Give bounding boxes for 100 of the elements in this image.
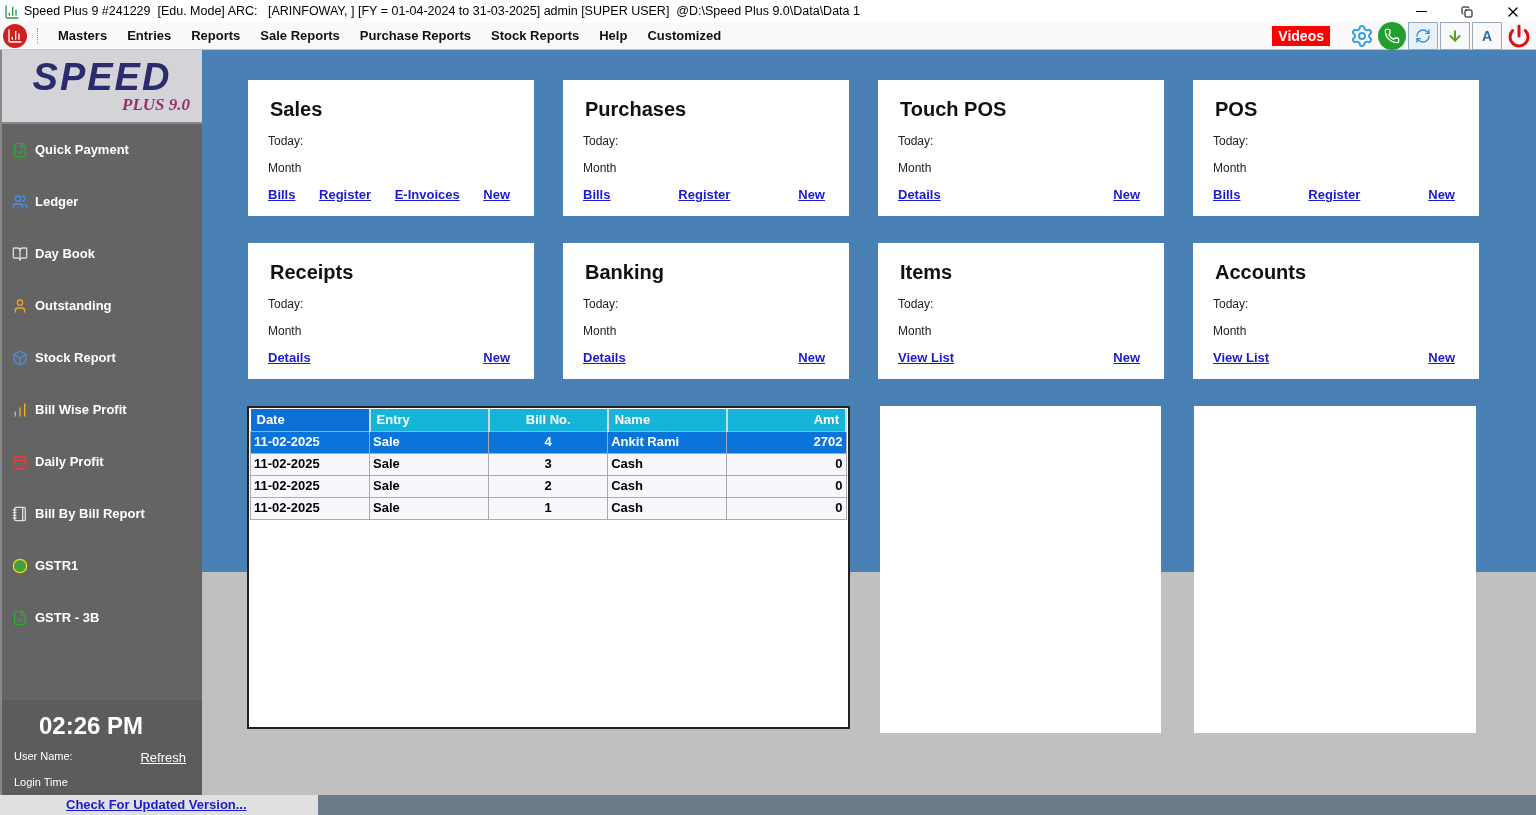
card-link[interactable]: New [1428, 185, 1455, 205]
today-label: Today: [583, 296, 620, 313]
month-label: Month [1213, 160, 1248, 177]
window-title: Speed Plus 9 #241229 [Edu. Mode] ARC: [ARINFOWAY, ] [FY = 01-04-2024 to 31-03-2025] admin [SUPER USER] @D:\Speed Plus 9.0\Data\Data 1 [24, 3, 860, 21]
card-title: Banking [585, 260, 665, 285]
sidebar-item[interactable]: Day Book [12, 244, 202, 264]
update-link[interactable]: Check For Updated Version... [66, 795, 247, 815]
today-label: Today: [898, 133, 935, 150]
table-cell: 0 [726, 475, 846, 497]
table-row[interactable]: 11-02-2025 Sale 2 Cash 0 [250, 475, 846, 497]
card-link[interactable]: New [483, 348, 510, 368]
card-link[interactable]: Bills [583, 185, 611, 205]
month-label: Month [268, 323, 303, 340]
table-cell: 1 [488, 497, 608, 519]
today-label: Today: [268, 133, 305, 150]
app-icon [4, 3, 20, 20]
book-icon [12, 246, 28, 262]
card-link[interactable]: View List [1213, 348, 1270, 368]
card-title: Touch POS [900, 97, 1008, 122]
card-title: Sales [270, 97, 324, 122]
card-link[interactable]: New [1113, 348, 1140, 368]
table-cell: 11-02-2025 [250, 475, 370, 497]
restore-icon [1461, 5, 1473, 18]
cloud-sync-button[interactable] [1408, 22, 1438, 50]
table-cell: Cash [607, 497, 727, 519]
card-title: Receipts [270, 260, 355, 285]
logo-text: SPEED [32, 58, 172, 96]
card-link[interactable]: Register [319, 185, 372, 205]
table-cell: 11-02-2025 [250, 453, 370, 475]
menu-item[interactable]: Purchase Reports [349, 26, 482, 46]
table-row[interactable]: 11-02-2025 Sale 1 Cash 0 [250, 497, 846, 519]
sidebar-item[interactable]: Stock Report [12, 348, 202, 368]
table-cell: 0 [726, 497, 846, 519]
card-link[interactable]: View List [898, 348, 955, 368]
month-label: Month [583, 160, 618, 177]
user-name-label: User Name: [14, 749, 73, 764]
table-row[interactable]: 11-02-2025 Sale 3 Cash 0 [250, 453, 846, 475]
card-title: Accounts [1215, 260, 1308, 285]
users-icon [12, 194, 28, 210]
card-link[interactable]: New [1113, 185, 1140, 205]
table-cell: Sale [369, 431, 489, 453]
notebook-icon [12, 506, 28, 522]
sidebar-item[interactable]: Ledger [12, 192, 202, 212]
card-link[interactable]: New [483, 185, 510, 205]
table-cell: 2702 [726, 431, 846, 453]
table-cell: Cash [607, 453, 727, 475]
today-label: Today: [1213, 133, 1250, 150]
column-header[interactable]: Date [250, 409, 370, 431]
menu-item[interactable]: Sale Reports [250, 26, 350, 46]
card-link[interactable]: New [798, 185, 825, 205]
power-icon[interactable] [1507, 24, 1531, 48]
month-label: Month [898, 323, 933, 340]
box-icon [12, 350, 28, 366]
card-link[interactable]: Details [583, 348, 626, 368]
menu-item[interactable]: Help [589, 26, 638, 46]
gears-icon[interactable] [1350, 24, 1374, 48]
menu-item[interactable]: Masters [48, 26, 118, 46]
app-logo-icon[interactable] [3, 24, 27, 48]
card-link[interactable]: E-Invoices [394, 185, 460, 205]
today-label: Today: [268, 296, 305, 313]
circle-icon [12, 558, 28, 574]
table-cell: Sale [369, 497, 489, 519]
card-link[interactable]: New [1428, 348, 1455, 368]
sidebar-item[interactable]: Outstanding [12, 296, 202, 316]
card-link[interactable]: Register [678, 185, 731, 205]
menu-item[interactable]: Customized [637, 26, 732, 46]
sidebar-item[interactable]: Daily Profit [12, 452, 202, 472]
sidebar-item[interactable]: Bill By Bill Report [12, 504, 202, 524]
card-link[interactable]: Bills [268, 185, 296, 205]
month-label: Month [898, 160, 933, 177]
refresh-link[interactable]: Refresh [140, 748, 186, 768]
card-link[interactable]: New [798, 348, 825, 368]
menu-item[interactable]: Entries [117, 26, 182, 46]
menu-item[interactable]: Reports [181, 26, 251, 46]
table-cell: Ankit Rami [607, 431, 727, 453]
clock-time: 02:26 PM [39, 711, 145, 741]
sync-icon [1415, 28, 1431, 44]
card-title: POS [1215, 97, 1259, 122]
sidebar-item[interactable]: Bill Wise Profit [12, 400, 202, 420]
card-title: Items [900, 260, 954, 285]
sidebar-item[interactable]: GSTR1 [12, 556, 202, 576]
table-cell: Sale [369, 475, 489, 497]
menu-item[interactable]: Stock Reports [481, 26, 590, 46]
table-cell: 11-02-2025 [250, 431, 370, 453]
card-link[interactable]: Bills [1213, 185, 1241, 205]
minimize-icon [1415, 11, 1427, 12]
card-link[interactable]: Details [268, 348, 311, 368]
card-link[interactable]: Details [898, 185, 941, 205]
table-row[interactable]: 11-02-2025 Sale 4 Ankit Rami 2702 [250, 431, 846, 453]
sidebar-item[interactable]: GSTR - 3B [12, 608, 202, 628]
table-cell: Sale [369, 453, 489, 475]
today-label: Today: [1213, 296, 1250, 313]
font-button[interactable]: A [1472, 22, 1502, 50]
download-icon [1447, 28, 1463, 44]
bar-chart-icon [12, 402, 28, 418]
download-button[interactable] [1440, 22, 1470, 50]
videos-button[interactable]: Videos [1272, 26, 1330, 46]
phone-icon[interactable] [1378, 22, 1406, 50]
sidebar-item[interactable]: Quick Payment [12, 140, 202, 160]
card-link[interactable]: Register [1308, 185, 1361, 205]
